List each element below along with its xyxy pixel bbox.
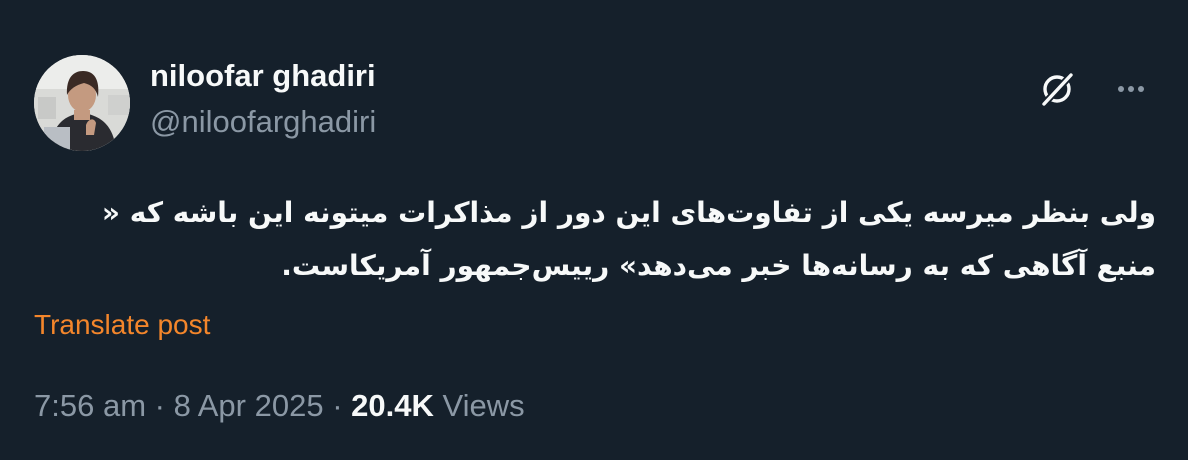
- profile-photo-icon: [34, 55, 130, 151]
- post-text: ولی بنظر میرسه یکی از تفاوت‌های این دور …: [101, 196, 1156, 282]
- more-dots-icon: [1118, 86, 1144, 92]
- grok-button[interactable]: [1034, 66, 1080, 112]
- views-label: Views: [442, 388, 525, 423]
- post-meta: 7:56 am · 8 Apr 2025 · 20.4K Views: [34, 386, 525, 426]
- more-options-button[interactable]: [1108, 66, 1154, 112]
- grok-icon: [1040, 71, 1075, 108]
- meta-separator: ·: [332, 388, 343, 423]
- post-time[interactable]: 7:56 am: [34, 388, 146, 423]
- user-handle[interactable]: @niloofarghadiri: [150, 102, 376, 142]
- tweet-card: niloofar ghadiri @niloofarghadiri ولی بن…: [0, 0, 1188, 460]
- display-name[interactable]: niloofar ghadiri: [150, 56, 376, 96]
- translate-post-link[interactable]: Translate post: [34, 306, 210, 344]
- meta-separator: ·: [154, 388, 165, 423]
- post-date[interactable]: 8 Apr 2025: [174, 388, 324, 423]
- avatar[interactable]: [34, 55, 130, 151]
- views-count[interactable]: 20.4K: [351, 388, 434, 423]
